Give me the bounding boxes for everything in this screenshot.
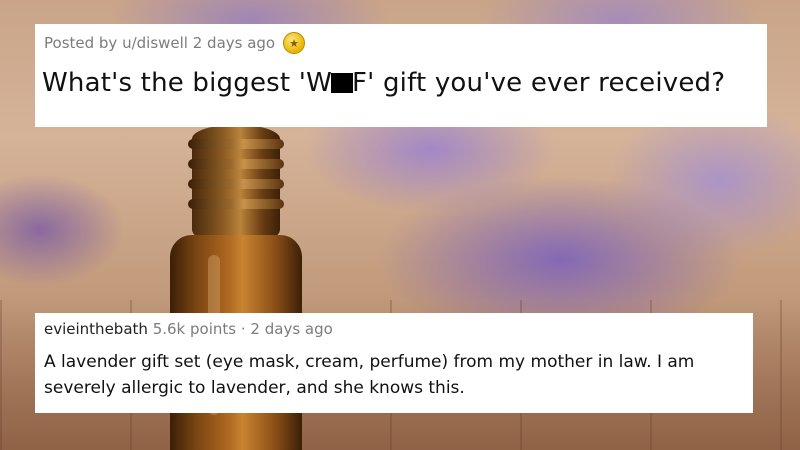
- bottle-thread: [188, 139, 284, 149]
- post-title-end: F' gift you've ever received?: [352, 68, 726, 98]
- award-icon[interactable]: ★: [283, 32, 306, 54]
- post-title-start: What's the biggest 'W: [42, 68, 332, 98]
- comment-username[interactable]: evieinthebath: [44, 320, 148, 338]
- post-meta: Posted by u/diswell 2 days ago ★: [44, 32, 306, 54]
- bottle-thread: [188, 179, 284, 189]
- posted-by-text[interactable]: Posted by u/diswell 2 days ago: [44, 34, 275, 52]
- comment-points: 5.6k points: [152, 320, 237, 338]
- post-card: Posted by u/diswell 2 days ago ★ What's …: [35, 24, 767, 127]
- bottle-thread: [188, 159, 284, 169]
- comment-card: evieinthebath 5.6k points · 2 days ago A…: [35, 313, 753, 413]
- comment-meta: evieinthebath 5.6k points · 2 days ago: [44, 320, 333, 338]
- comment-time: 2 days ago: [250, 320, 333, 338]
- post-title[interactable]: What's the biggest 'W F' gift you've ever…: [42, 68, 725, 98]
- redaction-block: [331, 73, 353, 93]
- bottle-thread: [188, 199, 284, 209]
- meta-separator: ·: [240, 320, 246, 338]
- comment-body: A lavender gift set (eye mask, cream, pe…: [44, 352, 695, 398]
